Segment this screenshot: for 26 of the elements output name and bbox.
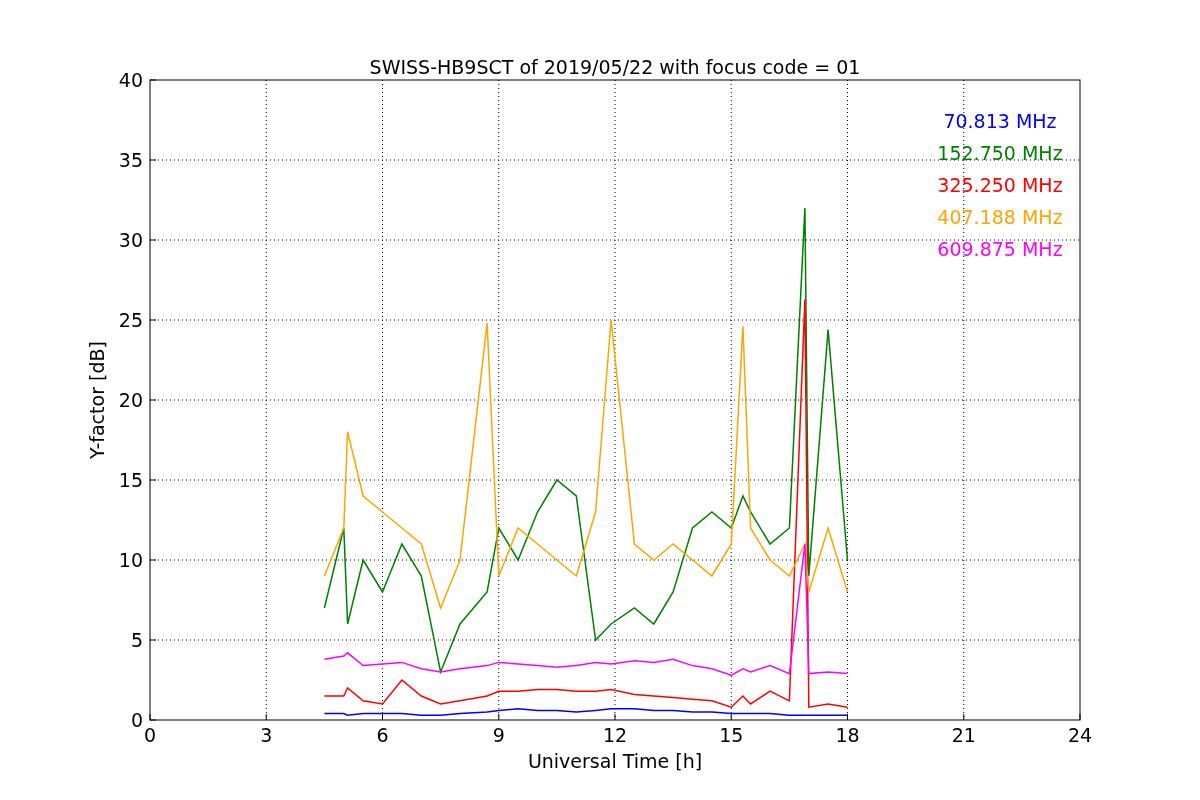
y-tick-label: 20	[118, 389, 143, 411]
y-tick-label: 25	[118, 309, 143, 331]
y-tick-label: 30	[118, 229, 143, 251]
y-tick-label: 5	[130, 629, 143, 651]
x-tick-label: 12	[602, 724, 628, 746]
x-tick-label: 24	[1067, 724, 1093, 746]
x-tick-label: 18	[835, 724, 860, 746]
x-axis-label: Universal Time [h]	[527, 750, 703, 772]
legend-label: 407.188 MHz	[937, 206, 1063, 228]
x-tick-label: 9	[492, 724, 505, 746]
y-tick-label: 0	[130, 709, 143, 731]
x-tick-label: 0	[143, 724, 157, 746]
y-tick-label: 40	[118, 69, 143, 91]
y-tick-label: 15	[118, 469, 143, 491]
y-axis-label: Y-factor [dB]	[86, 341, 108, 459]
legend-label: 609.875 MHz	[937, 238, 1063, 260]
y-tick-label: 35	[118, 149, 143, 171]
x-tick-label: 6	[376, 724, 389, 746]
y-tick-label: 10	[118, 549, 143, 571]
x-tick-label: 15	[719, 724, 744, 746]
legend-label: 70.813 MHz	[943, 110, 1057, 132]
chart-title: SWISS-HB9SCT of 2019/05/22 with focus code = 01	[369, 56, 861, 78]
legend-label: 152.750 MHz	[937, 142, 1063, 164]
x-tick-label: 21	[951, 724, 976, 746]
legend-label: 325.250 MHz	[937, 174, 1063, 196]
x-tick-label: 3	[260, 724, 273, 746]
